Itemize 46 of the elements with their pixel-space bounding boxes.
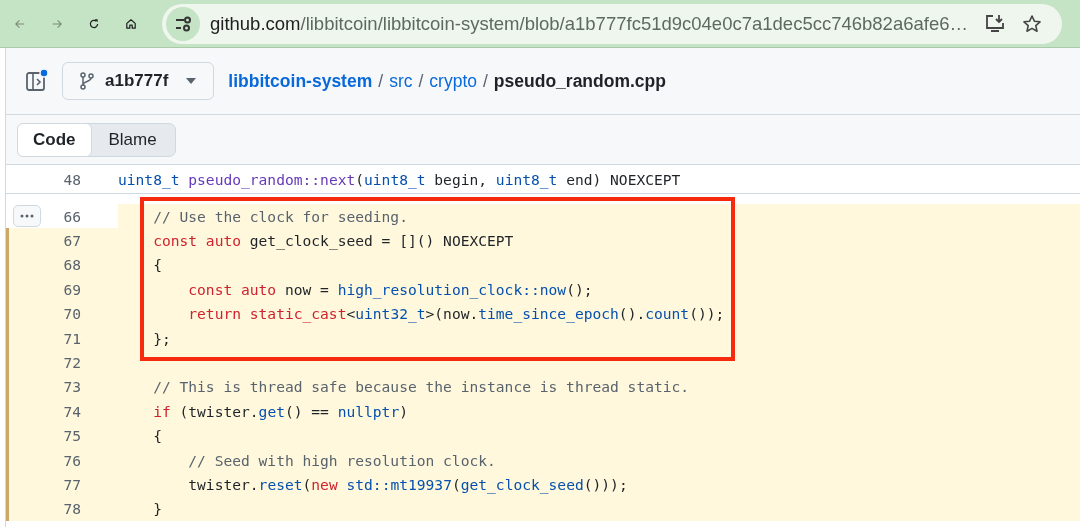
line-number: 70 [63, 305, 81, 323]
line-number: 71 [63, 329, 81, 347]
address-bar[interactable]: github.com/libbitcoin/libbitcoin-system/blob/a1b777fc51d9c04e0c7a1dec5cc746b82a6afe6… [162, 3, 1062, 44]
path-separator: / [483, 70, 488, 92]
code-line: twister.reset(new std::mt19937(get_clock_seed())); [187, 476, 628, 493]
line-number: 66 [63, 207, 81, 225]
line-number: 72 [63, 354, 81, 372]
branch-icon [79, 72, 95, 90]
code-line: uint8_t pseudo_random::next(uint8_t begin, uint8_t end) NOEXCEPT [118, 170, 681, 188]
file-name: pseudo_random.cpp [493, 70, 666, 92]
line-number: 76 [63, 451, 81, 469]
more-icon [20, 214, 34, 219]
code-line: // This is thread safe because the instance is thread static. [152, 378, 690, 396]
code-line: const auto now = high_resolution_clock::now(); [187, 280, 593, 298]
code-line: return static_cast<uint32_t>(now.time_since_epoch().count()); [187, 305, 725, 323]
code-line: const auto get_clock_seed = []() NOEXCEPT [152, 232, 514, 250]
code-line: { [152, 427, 162, 445]
line-number: 75 [63, 427, 81, 445]
branch-selector[interactable]: a1b777f [62, 62, 215, 100]
path-separator: / [418, 70, 424, 92]
path-separator: / [378, 70, 384, 92]
line-number: 73 [63, 378, 81, 396]
code-line: // Use the clock for seeding. [152, 207, 408, 225]
sidebar-toggle-icon[interactable] [24, 68, 50, 94]
line-number: 69 [63, 280, 81, 298]
site-settings-icon[interactable] [166, 6, 200, 41]
code-line: // Seed with high resolution clock. [187, 451, 496, 469]
line-number: 68 [63, 256, 81, 274]
repo-link[interactable]: libbitcoin-system [228, 70, 373, 92]
code-line: } [152, 500, 162, 518]
url-text: github.com/libbitcoin/libbitcoin-system/blob/a1b777fc51d9c04e0c7a1dec5cc746b82a6afe6… [210, 12, 968, 35]
code-line: if (twister.get() == nullptr) [152, 402, 408, 420]
code-line: { [152, 256, 162, 274]
bookmark-star-icon[interactable] [1022, 13, 1042, 34]
view-tab[interactable]: Code [17, 122, 92, 157]
code-line: }; [152, 329, 171, 347]
install-app-icon[interactable] [984, 13, 1006, 34]
line-number: 67 [63, 232, 81, 250]
line-number: 74 [63, 402, 81, 420]
line-number: 48 [63, 170, 81, 188]
line-number: 77 [63, 476, 81, 493]
folder-link[interactable]: crypto [429, 70, 477, 92]
folder-link[interactable]: src [389, 70, 413, 92]
line-number: 78 [63, 500, 81, 518]
caret-icon [186, 78, 197, 84]
view-tab[interactable]: Blame [90, 123, 175, 156]
